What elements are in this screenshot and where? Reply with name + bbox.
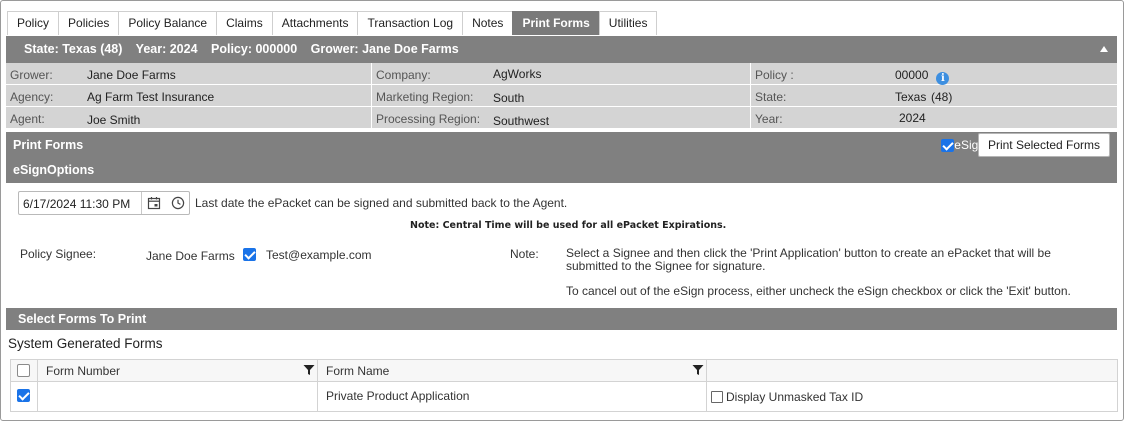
- signee-name: Jane Doe Farms: [146, 249, 235, 263]
- expiration-datetime-value: 6/17/2024 11:30 PM: [23, 197, 131, 211]
- policy-number-value: 00000 i: [895, 68, 950, 85]
- esign-note-line: To cancel out of the eSign process, eith…: [566, 284, 1071, 298]
- row-select-checkbox[interactable]: [17, 389, 30, 402]
- info-icon[interactable]: i: [936, 72, 950, 85]
- select-all-checkbox[interactable]: [17, 364, 30, 377]
- esign-options-title: eSignOptions: [13, 163, 95, 177]
- info-row: Grower: Jane Doe Farms Company: AgWorks …: [6, 63, 1117, 85]
- filter-icon[interactable]: [692, 364, 704, 379]
- company-label: Company:: [376, 68, 431, 82]
- header-cell: Form Name: [318, 360, 707, 381]
- tab-utilities[interactable]: Utilities: [598, 11, 658, 35]
- processing-region-label: Processing Region:: [376, 112, 481, 126]
- info-cell: State: Texas (48): [751, 85, 1117, 107]
- form-name-value: Private Product Application: [326, 389, 470, 403]
- tab-notes[interactable]: Notes: [462, 11, 514, 35]
- calendar-icon[interactable]: [147, 196, 161, 213]
- policy-number-text: 00000: [895, 68, 929, 82]
- info-cell: Agent: Joe Smith: [6, 107, 372, 129]
- grower-value: Jane Doe Farms: [87, 68, 176, 82]
- info-cell: Grower: Jane Doe Farms: [6, 63, 372, 85]
- info-cell: Marketing Region: South: [372, 85, 751, 107]
- processing-region-value: Southwest: [493, 114, 550, 128]
- header-cell: Form Number: [38, 360, 318, 381]
- year-label: Year:: [755, 112, 783, 126]
- column-header-form-name[interactable]: Form Name: [326, 364, 389, 378]
- system-generated-forms-title: System Generated Forms: [8, 336, 163, 351]
- tab-policies[interactable]: Policies: [58, 11, 120, 35]
- tab-policy[interactable]: Policy: [7, 11, 60, 35]
- tab-policy-balance[interactable]: Policy Balance: [118, 11, 218, 35]
- esign-checkbox[interactable]: [941, 138, 955, 152]
- policy-info-grid: Grower: Jane Doe Farms Company: AgWorks …: [6, 63, 1117, 129]
- central-time-note: Note: Central Time will be used for all …: [410, 220, 727, 231]
- info-cell: Year: 2024: [751, 107, 1117, 129]
- header-cell: [707, 360, 1117, 381]
- select-forms-title: Select Forms To Print: [18, 312, 147, 326]
- row-cell: [11, 382, 38, 411]
- policy-bar-state: State: Texas (48): [24, 42, 123, 56]
- row-cell: Display Unmasked Tax ID: [707, 382, 1117, 411]
- info-row: Agent: Joe Smith Processing Region: Sout…: [6, 107, 1117, 129]
- print-forms-panel: Policy Policies Policy Balance Claims At…: [0, 0, 1124, 421]
- form-number-cell: [38, 382, 318, 411]
- form-name-cell: Private Product Application: [318, 382, 707, 411]
- esign-note-text: Select a Signee and then click the 'Prin…: [566, 247, 1106, 298]
- policy-bar-year: Year: 2024: [135, 42, 198, 56]
- signee-email: Test@example.com: [266, 248, 372, 262]
- grower-label: Grower:: [10, 68, 53, 82]
- state-code-value: (48): [931, 90, 953, 104]
- info-cell: Processing Region: Southwest: [372, 107, 751, 129]
- policy-label: Policy :: [755, 68, 794, 82]
- header-cell: [11, 360, 38, 381]
- info-row: Agency: Ag Farm Test Insurance Marketing…: [6, 85, 1117, 107]
- unmask-tax-id-label: Display Unmasked Tax ID: [726, 390, 864, 404]
- marketing-region-value: South: [493, 91, 525, 105]
- company-value: AgWorks: [493, 67, 542, 81]
- marketing-region-label: Marketing Region:: [376, 90, 474, 104]
- note-label: Note:: [510, 247, 539, 261]
- agency-label: Agency:: [10, 90, 54, 104]
- state-value: Texas: [895, 90, 927, 104]
- table-row[interactable]: Private Product Application Display Unma…: [11, 382, 1117, 411]
- filter-icon[interactable]: [303, 364, 315, 379]
- year-value: 2024: [899, 111, 926, 125]
- unmask-tax-id-toggle[interactable]: Display Unmasked Tax ID: [711, 390, 863, 404]
- expiration-datetime-input[interactable]: 6/17/2024 11:30 PM: [18, 191, 190, 215]
- tab-transaction-log[interactable]: Transaction Log: [357, 11, 464, 35]
- tab-strip: Policy Policies Policy Balance Claims At…: [7, 11, 658, 35]
- unmask-tax-id-checkbox[interactable]: [711, 391, 723, 403]
- agent-label: Agent:: [10, 112, 45, 126]
- tab-print-forms[interactable]: Print Forms: [512, 11, 600, 35]
- tab-attachments[interactable]: Attachments: [271, 11, 359, 35]
- input-divider: [141, 192, 142, 214]
- forms-table: Form Number Form Name Private Product Ap…: [10, 359, 1118, 412]
- print-forms-title: Print Forms: [13, 138, 84, 152]
- expiration-description: Last date the ePacket can be signed and …: [195, 196, 568, 210]
- select-forms-header: Select Forms To Print: [6, 308, 1117, 330]
- policy-bar-policy: Policy: 000000: [211, 42, 298, 56]
- table-header-row: Form Number Form Name: [11, 360, 1117, 382]
- info-cell: Company: AgWorks: [372, 63, 751, 85]
- clock-icon[interactable]: [171, 196, 185, 213]
- policy-bar-grower: Grower: Jane Doe Farms: [310, 42, 459, 56]
- esign-note-line: Select a Signee and then click the 'Prin…: [566, 246, 1051, 273]
- print-selected-forms-button[interactable]: Print Selected Forms: [977, 133, 1110, 157]
- info-cell: Policy : 00000 i: [751, 63, 1117, 85]
- print-forms-header: Print Forms eSign Print Selected Forms: [6, 132, 1117, 158]
- collapse-up-icon[interactable]: [1100, 46, 1108, 52]
- policy-signee-label: Policy Signee:: [20, 247, 97, 261]
- agency-value: Ag Farm Test Insurance: [87, 90, 215, 104]
- tab-claims[interactable]: Claims: [216, 11, 273, 35]
- info-cell: Agency: Ag Farm Test Insurance: [6, 85, 372, 107]
- esign-options-header: eSignOptions: [6, 158, 1117, 183]
- state-label: State:: [755, 90, 787, 104]
- signee-checkbox[interactable]: [243, 248, 256, 261]
- agent-value: Joe Smith: [87, 113, 141, 127]
- column-header-form-number[interactable]: Form Number: [46, 364, 120, 378]
- policy-summary-bar: State: Texas (48) Year: 2024 Policy: 000…: [6, 36, 1117, 63]
